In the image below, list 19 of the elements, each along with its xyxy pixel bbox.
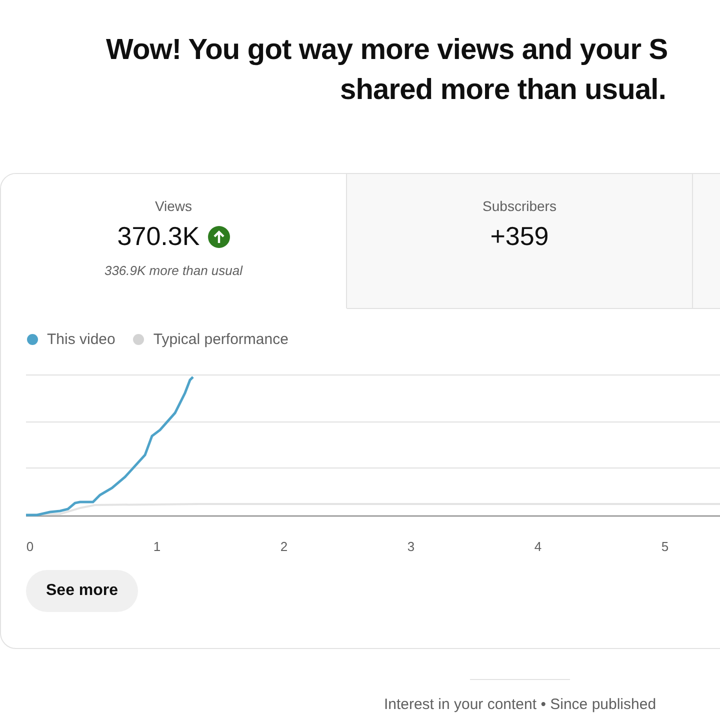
see-more-button[interactable]: See more [26,570,138,612]
axis-label: 5 [661,539,669,554]
metric-tab[interactable]: Subscribers +359 [347,174,693,309]
axis-label: 3 [407,539,415,554]
metric-tab[interactable]: Views 370.3K 336.9K more than usual [1,174,347,309]
metric-label: Subscribers [482,198,556,214]
headline: Wow! You got way more views and your S [105,33,669,68]
metric-note: 336.9K more than usual [104,263,243,278]
legend-label: Typical performance [153,331,288,348]
metric-value: +359 [490,221,549,252]
metric-value: 370.3K [117,221,200,252]
headline: shared more than usual. [339,73,667,108]
legend-label: This video [47,331,116,348]
axis-label: 0 [26,539,34,554]
footer-caption: Interest in your content • Since published [384,696,656,713]
axis-label: 2 [280,539,288,554]
axis-label: 1 [153,539,161,554]
axis-label: 4 [534,539,542,554]
metric-label: Views [154,198,192,214]
